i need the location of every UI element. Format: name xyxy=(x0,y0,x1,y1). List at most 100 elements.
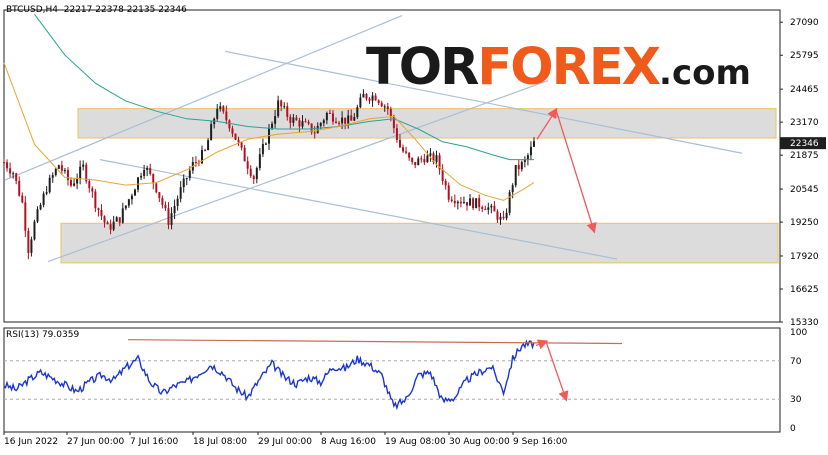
candle-body xyxy=(295,117,298,121)
candle-body xyxy=(182,178,185,188)
candle-body xyxy=(185,178,188,180)
candle-body xyxy=(505,212,508,219)
candle-body xyxy=(508,192,511,213)
y-tick-label: 15330 xyxy=(790,318,819,328)
candle-body xyxy=(42,193,45,206)
candle-body xyxy=(51,175,54,178)
candle-body xyxy=(261,144,264,155)
current-price-label: 22346 xyxy=(790,139,819,149)
candle-body xyxy=(481,207,484,209)
candle-body xyxy=(155,183,158,193)
candle-body xyxy=(386,106,389,110)
candle-body xyxy=(143,169,146,176)
candle-body xyxy=(514,165,517,186)
candle-body xyxy=(475,198,478,209)
rsi-tick-label: 30 xyxy=(790,395,802,405)
y-tick-label: 23170 xyxy=(790,118,819,128)
candle-body xyxy=(359,97,362,108)
candle-body xyxy=(179,187,182,199)
candle-body xyxy=(499,216,502,220)
candle-body xyxy=(6,162,9,169)
candle-body xyxy=(158,192,161,199)
candle-body xyxy=(264,143,267,145)
candle-body xyxy=(362,93,365,98)
y-tick-label: 21875 xyxy=(790,151,819,161)
candle-body xyxy=(70,180,73,186)
y-tick-label: 17920 xyxy=(790,252,819,262)
y-tick-label: 20545 xyxy=(790,185,819,195)
candle-body xyxy=(15,173,18,181)
y-tick-label: 27090 xyxy=(790,18,819,28)
candle-body xyxy=(286,106,289,117)
logo-part-2: FOREX xyxy=(477,38,661,97)
candle-body xyxy=(408,152,411,158)
chart-header: BTCUSD,H4 22217 22378 22135 22346 xyxy=(6,5,187,15)
candle-body xyxy=(325,113,328,121)
candle-body xyxy=(137,177,140,190)
candle-body xyxy=(426,155,429,163)
candle-body xyxy=(478,198,481,208)
candle-body xyxy=(18,180,21,196)
candle-body xyxy=(12,173,15,175)
x-tick-label: 16 Jun 2022 xyxy=(4,437,58,447)
candle-body xyxy=(459,201,462,204)
candle-body xyxy=(350,115,353,121)
candle-body xyxy=(48,177,51,193)
candle-body xyxy=(30,239,33,253)
candle-body xyxy=(173,205,176,214)
candle-body xyxy=(402,147,405,152)
candle-body xyxy=(127,199,130,206)
candle-body xyxy=(97,208,100,210)
ohlc-label: 22217 22378 22135 22346 xyxy=(63,5,187,15)
rsi-tick-label: 0 xyxy=(790,424,796,434)
candle-body xyxy=(517,165,520,170)
candle-body xyxy=(45,192,48,194)
candle-body xyxy=(234,133,237,140)
candle-body xyxy=(313,132,316,134)
candle-body xyxy=(133,189,136,196)
candle-body xyxy=(39,205,42,210)
candle-body xyxy=(441,169,444,182)
candle-body xyxy=(319,123,322,126)
candle-body xyxy=(100,209,103,217)
logo-part-1: TOR xyxy=(366,38,479,97)
x-tick-label: 9 Sep 16:00 xyxy=(513,437,568,447)
candle-body xyxy=(435,155,438,162)
candle-body xyxy=(377,100,380,103)
candle-body xyxy=(194,162,197,164)
candle-body xyxy=(249,168,252,177)
candle-body xyxy=(188,170,191,179)
candle-body xyxy=(274,116,277,124)
candle-body xyxy=(258,154,261,168)
candle-body xyxy=(338,122,341,124)
candle-body xyxy=(429,153,432,156)
candle-body xyxy=(368,98,371,101)
candle-body xyxy=(231,128,234,134)
candle-body xyxy=(109,224,112,230)
rsi-header: RSI(13) 79.0359 xyxy=(6,330,80,340)
candle-body xyxy=(533,141,535,147)
candle-body xyxy=(453,200,456,204)
candle-body xyxy=(289,116,292,123)
candle-body xyxy=(411,157,414,162)
candle-body xyxy=(472,198,475,209)
x-tick-label: 7 Jul 16:00 xyxy=(130,437,179,447)
symbol-label: BTCUSD,H4 xyxy=(6,5,59,15)
candle-body xyxy=(225,111,228,121)
candle-body xyxy=(121,208,124,223)
candle-body xyxy=(146,167,149,170)
x-tick-label: 27 Jun 00:00 xyxy=(67,437,124,447)
candle-body xyxy=(529,146,532,156)
candle-body xyxy=(27,230,30,253)
candle-body xyxy=(207,140,210,151)
candle-body xyxy=(164,204,167,209)
candle-body xyxy=(456,201,459,204)
candle-body xyxy=(210,124,213,141)
candle-body xyxy=(462,202,465,204)
candle-body xyxy=(204,149,207,151)
candle-body xyxy=(66,170,69,181)
candle-body xyxy=(246,161,249,169)
y-tick-label: 19250 xyxy=(790,218,819,228)
candle-body xyxy=(292,117,295,123)
x-tick-label: 8 Aug 16:00 xyxy=(321,437,376,447)
